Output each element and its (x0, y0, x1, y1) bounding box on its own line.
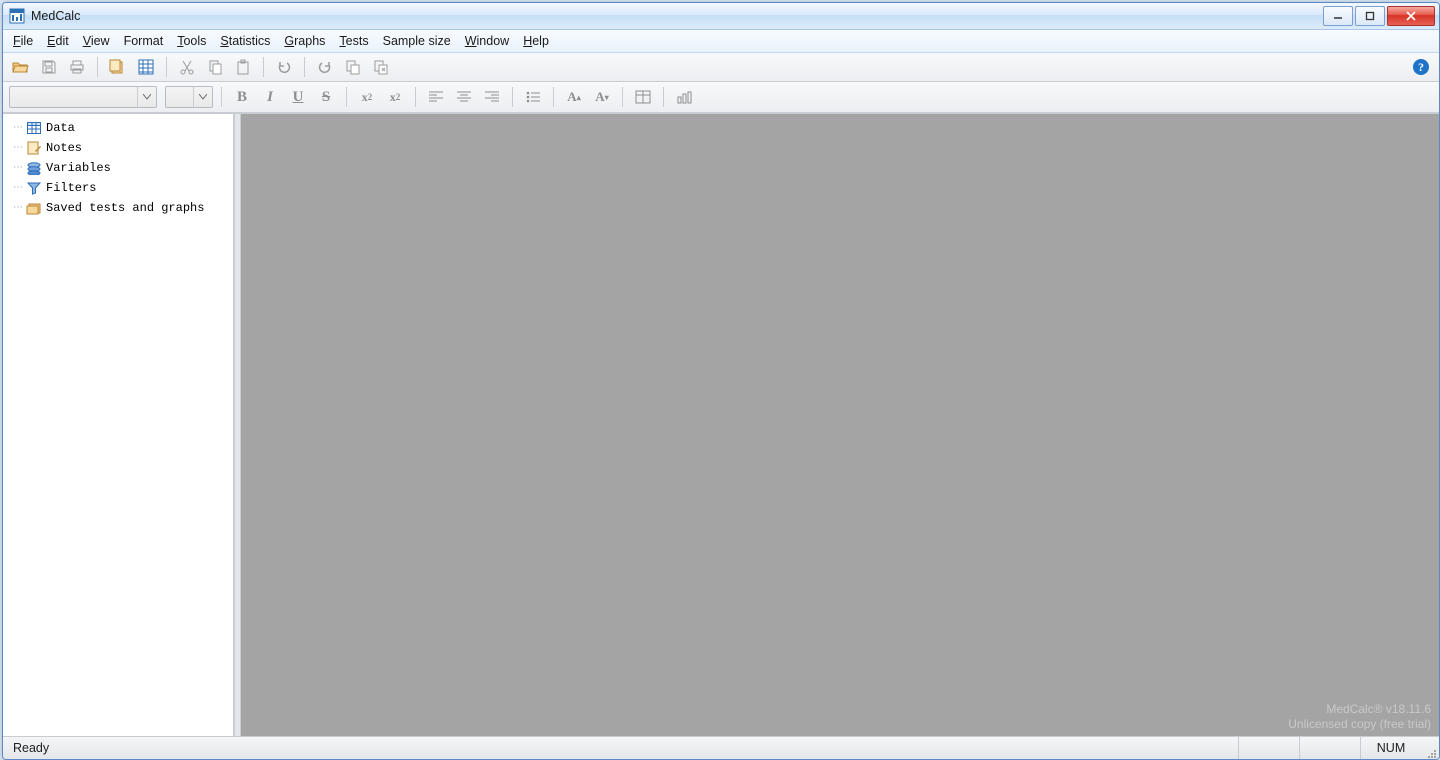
sidebar: ⋯ Data ⋯ Notes ⋯ Variables (3, 114, 234, 736)
menu-tests[interactable]: Tests (339, 34, 368, 48)
sidebar-item-saved-tests[interactable]: ⋯ Saved tests and graphs (7, 198, 229, 218)
help-button[interactable]: ? (1409, 56, 1433, 78)
bold-button[interactable]: B (230, 86, 254, 108)
open-button[interactable] (9, 56, 33, 78)
spreadsheet-button[interactable] (134, 56, 158, 78)
format-toolbar: B I U S x2 x2 A▴ A▾ (3, 82, 1439, 113)
cut-button[interactable] (175, 56, 199, 78)
minimize-button[interactable] (1323, 6, 1353, 26)
notes-icon (26, 140, 42, 156)
menu-sample-size[interactable]: Sample size (383, 34, 451, 48)
status-cell-empty1 (1238, 737, 1299, 759)
sidebar-item-label: Notes (46, 141, 82, 155)
copy-button[interactable] (203, 56, 227, 78)
sidebar-item-label: Data (46, 121, 75, 135)
superscript-button[interactable]: x2 (383, 86, 407, 108)
refresh-button[interactable] (369, 56, 393, 78)
underline-button[interactable]: U (286, 86, 310, 108)
app-window: MedCalc File Edit View Format Tools Stat… (2, 2, 1440, 760)
sidebar-item-label: Saved tests and graphs (46, 201, 204, 215)
menu-tools[interactable]: Tools (177, 34, 206, 48)
save-button[interactable] (37, 56, 61, 78)
menu-graphs[interactable]: Graphs (284, 34, 325, 48)
content-area: MedCalc® v18.11.6 Unlicensed copy (free … (241, 114, 1439, 736)
table-format-button[interactable] (631, 86, 655, 108)
app-icon (9, 8, 25, 24)
bullet-list-button[interactable] (521, 86, 545, 108)
decrease-font-button[interactable]: A▾ (590, 86, 614, 108)
sidebar-item-label: Variables (46, 161, 111, 175)
status-cell-empty2 (1299, 737, 1360, 759)
status-text: Ready (3, 741, 49, 755)
align-center-button[interactable] (452, 86, 476, 108)
titlebar: MedCalc (3, 3, 1439, 30)
main-toolbar: ? (3, 53, 1439, 82)
print-button[interactable] (65, 56, 89, 78)
splitter[interactable] (234, 114, 241, 736)
status-numlock: NUM (1360, 737, 1421, 759)
body: ⋯ Data ⋯ Notes ⋯ Variables (3, 113, 1439, 736)
chevron-down-icon (137, 87, 156, 107)
new-sheet-button[interactable] (106, 56, 130, 78)
tree-connector-icon: ⋯ (13, 202, 22, 214)
watermark: MedCalc® v18.11.6 Unlicensed copy (free … (1288, 702, 1431, 732)
chevron-down-icon (193, 87, 212, 107)
tree-connector-icon: ⋯ (13, 142, 22, 154)
watermark-license: Unlicensed copy (free trial) (1288, 717, 1431, 732)
grid-icon (26, 120, 42, 136)
align-left-button[interactable] (424, 86, 448, 108)
align-right-button[interactable] (480, 86, 504, 108)
tree-connector-icon: ⋯ (13, 122, 22, 134)
variables-icon (26, 160, 42, 176)
watermark-version: MedCalc® v18.11.6 (1288, 702, 1431, 717)
filter-icon (26, 180, 42, 196)
sidebar-item-variables[interactable]: ⋯ Variables (7, 158, 229, 178)
menu-view[interactable]: View (83, 34, 110, 48)
tree-connector-icon: ⋯ (13, 162, 22, 174)
close-button[interactable] (1387, 6, 1435, 26)
menubar: File Edit View Format Tools Statistics G… (3, 30, 1439, 53)
increase-font-button[interactable]: A▴ (562, 86, 586, 108)
redo-button[interactable] (313, 56, 337, 78)
strikethrough-button[interactable]: S (314, 86, 338, 108)
svg-text:?: ? (1418, 60, 1424, 74)
menu-help[interactable]: Help (523, 34, 549, 48)
sidebar-item-label: Filters (46, 181, 96, 195)
menu-edit[interactable]: Edit (47, 34, 69, 48)
font-name-combo[interactable] (9, 86, 157, 108)
tree-connector-icon: ⋯ (13, 182, 22, 194)
font-size-combo[interactable] (165, 86, 213, 108)
chart-format-button[interactable] (672, 86, 696, 108)
app-title: MedCalc (31, 9, 80, 23)
sidebar-item-notes[interactable]: ⋯ Notes (7, 138, 229, 158)
resize-grip-icon[interactable] (1421, 735, 1439, 760)
undo-button[interactable] (272, 56, 296, 78)
window-controls (1323, 6, 1435, 26)
menu-statistics[interactable]: Statistics (220, 34, 270, 48)
sidebar-item-filters[interactable]: ⋯ Filters (7, 178, 229, 198)
recalc-button[interactable] (341, 56, 365, 78)
folder-icon (26, 200, 42, 216)
menu-format[interactable]: Format (124, 34, 164, 48)
menu-window[interactable]: Window (465, 34, 509, 48)
maximize-button[interactable] (1355, 6, 1385, 26)
menu-file[interactable]: File (13, 34, 33, 48)
paste-button[interactable] (231, 56, 255, 78)
statusbar: Ready NUM (3, 736, 1439, 759)
italic-button[interactable]: I (258, 86, 282, 108)
sidebar-item-data[interactable]: ⋯ Data (7, 118, 229, 138)
subscript-button[interactable]: x2 (355, 86, 379, 108)
